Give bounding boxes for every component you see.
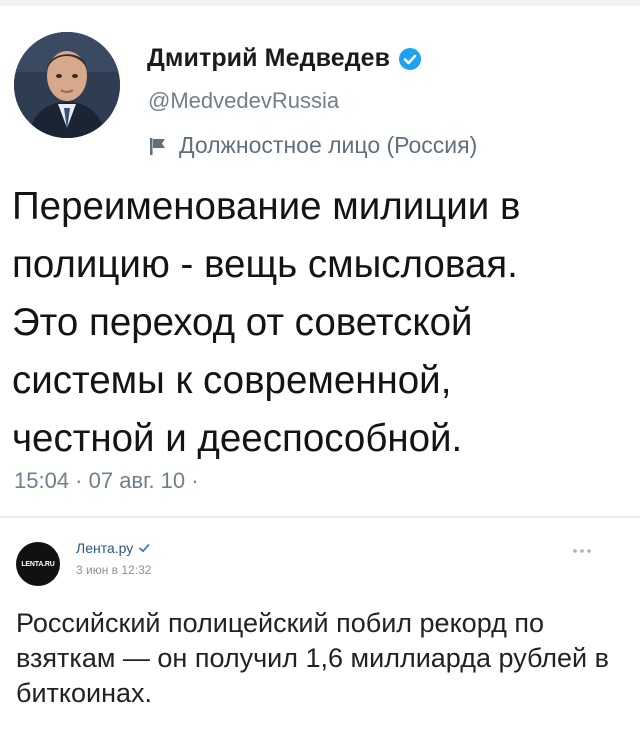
more-options-icon[interactable] bbox=[571, 546, 593, 556]
vk-post-card: LENTA.RU Лента.ру 3 июн в 12:32 Российск… bbox=[0, 518, 640, 738]
vk-author-avatar[interactable]: LENTA.RU bbox=[16, 542, 60, 586]
government-flag-icon bbox=[150, 137, 165, 155]
tweet-timestamp[interactable]: 15:04 · 07 авг. 10 · bbox=[14, 468, 199, 494]
tweet-card: Дмитрий Медведев @MedvedevRussia Должнос… bbox=[0, 6, 640, 512]
verified-check-icon bbox=[139, 544, 150, 553]
author-name-row: Дмитрий Медведев bbox=[147, 44, 422, 73]
vk-author-row: Лента.ру bbox=[76, 540, 150, 556]
account-label: Должностное лицо (Россия) bbox=[179, 132, 478, 158]
vk-author-name[interactable]: Лента.ру bbox=[76, 540, 133, 556]
verified-badge-icon bbox=[399, 47, 422, 70]
tweet-text: Переименование милиции в полицию - вещь … bbox=[12, 185, 521, 460]
author-handle[interactable]: @MedvedevRussia bbox=[148, 88, 339, 114]
author-avatar[interactable] bbox=[14, 32, 120, 138]
account-label-row: Должностное лицо (Россия) bbox=[147, 132, 477, 159]
vk-post-date[interactable]: 3 июн в 12:32 bbox=[76, 563, 151, 577]
vk-post-text: Российский полицейский побил рекорд по в… bbox=[16, 608, 609, 708]
author-name[interactable]: Дмитрий Медведев bbox=[147, 44, 390, 73]
avatar-portrait-image bbox=[14, 32, 120, 138]
vk-avatar-logo-text: LENTA.RU bbox=[21, 560, 55, 568]
